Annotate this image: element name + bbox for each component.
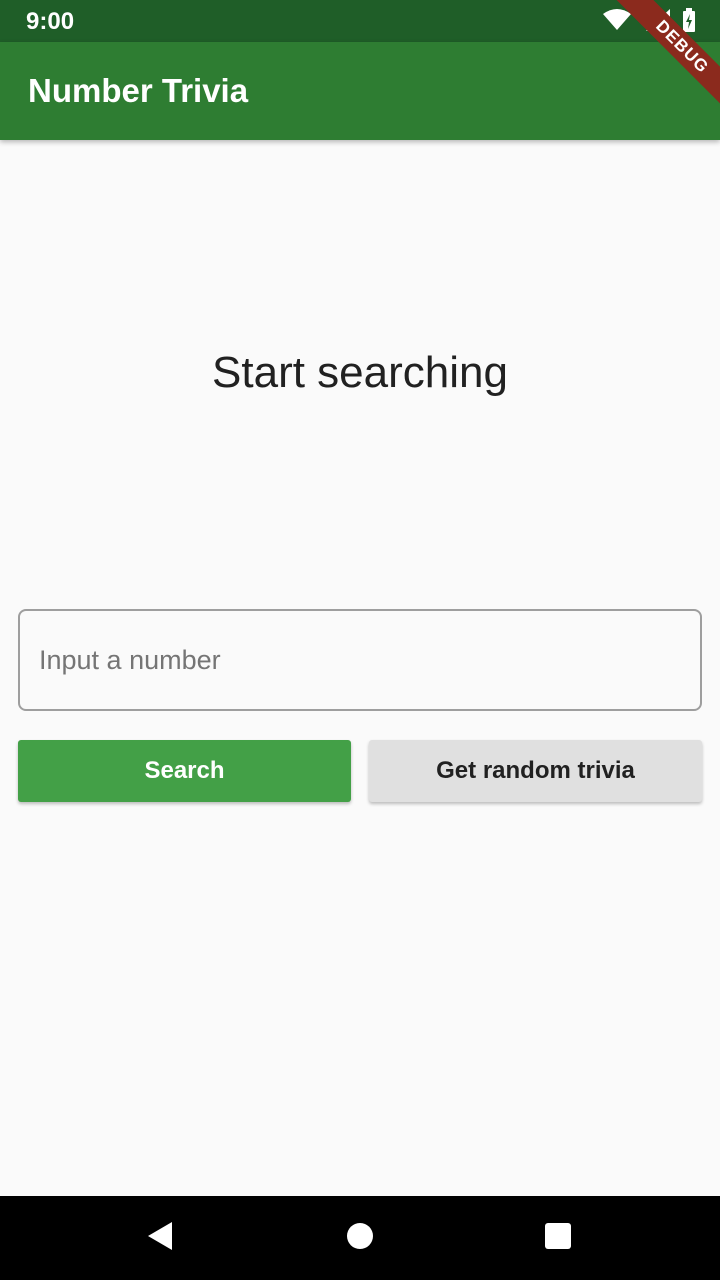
- home-icon: [346, 1222, 374, 1255]
- navigation-bar: [0, 1196, 720, 1280]
- number-input-field[interactable]: [18, 609, 702, 711]
- trivia-message: Start searching: [212, 348, 508, 397]
- signal-icon: [642, 7, 672, 38]
- battery-charging-icon: [682, 7, 696, 37]
- status-bar: 9:00: [0, 0, 720, 42]
- get-random-trivia-button[interactable]: Get random trivia: [369, 740, 702, 802]
- status-time: 9:00: [26, 8, 75, 35]
- home-button[interactable]: [338, 1216, 382, 1260]
- recents-icon: [544, 1222, 572, 1255]
- app-title: Number Trivia: [28, 72, 249, 109]
- search-button[interactable]: Search: [18, 740, 351, 802]
- app-bar: Number Trivia: [0, 42, 720, 140]
- recents-button[interactable]: [536, 1216, 580, 1260]
- back-button[interactable]: [138, 1216, 182, 1260]
- wifi-icon: [602, 8, 632, 37]
- back-icon: [146, 1221, 174, 1256]
- number-input[interactable]: [20, 611, 700, 709]
- status-icons: [602, 7, 696, 38]
